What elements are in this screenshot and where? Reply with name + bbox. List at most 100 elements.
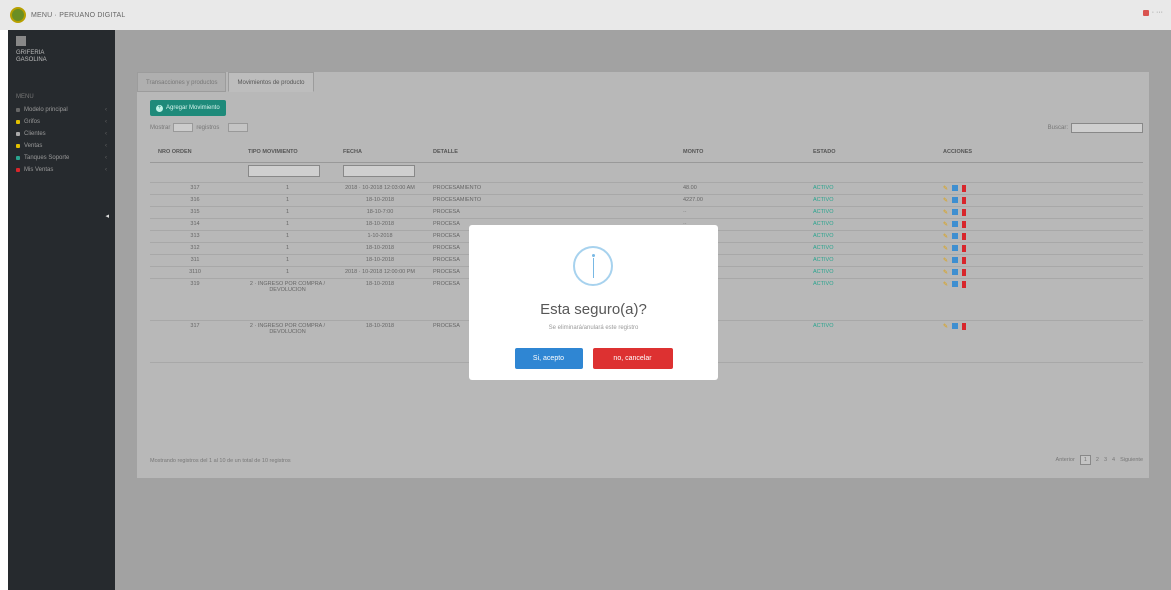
row-actions: ✎ bbox=[943, 268, 1135, 276]
row-actions: ✎ bbox=[943, 208, 1135, 216]
row-actions: ✎ bbox=[943, 244, 1135, 252]
cell-nro-orden: 319 bbox=[150, 278, 240, 321]
sidebar-item-modelo[interactable]: Modelo principal ‹ bbox=[8, 104, 115, 116]
pagination-page-3[interactable]: 3 bbox=[1104, 457, 1107, 463]
pencil-icon[interactable]: ✎ bbox=[943, 209, 948, 216]
sidebar: GRIFERIA GASOLINA MENU Modelo principal … bbox=[8, 30, 115, 590]
cell-estado: ACTIVO bbox=[805, 242, 935, 255]
pencil-icon[interactable]: ✎ bbox=[943, 323, 948, 330]
cell-nro-orden: 3110 bbox=[150, 266, 240, 279]
nav-bullet-icon bbox=[16, 120, 20, 124]
pencil-icon[interactable]: ✎ bbox=[943, 281, 948, 288]
edit-icon[interactable] bbox=[952, 245, 959, 251]
export-button[interactable] bbox=[228, 123, 249, 132]
col-estado[interactable]: ESTADO bbox=[805, 142, 935, 163]
edit-icon[interactable] bbox=[952, 281, 959, 287]
cell-acciones: ✎ bbox=[935, 230, 1143, 243]
sidebar-item-grifos[interactable]: Grifos ‹ bbox=[8, 116, 115, 128]
sidebar-item-ventas[interactable]: Ventas ‹ bbox=[8, 140, 115, 152]
tab-movimientos[interactable]: Movimientos de producto bbox=[228, 72, 314, 92]
cell-estado: ACTIVO bbox=[805, 182, 935, 195]
row-actions: ✎ bbox=[943, 256, 1135, 264]
col-monto[interactable]: MONTO bbox=[675, 142, 805, 163]
edit-icon[interactable] bbox=[952, 269, 959, 275]
pencil-icon[interactable]: ✎ bbox=[943, 197, 948, 204]
pencil-icon[interactable]: ✎ bbox=[943, 233, 948, 240]
edit-icon[interactable] bbox=[952, 221, 959, 227]
col-acciones: ACCIONES bbox=[935, 142, 1143, 163]
cell-fecha: 2018 · 10-2018 12:00:00 PM bbox=[335, 266, 425, 279]
cell-acciones: ✎ bbox=[935, 278, 1143, 321]
col-tipo-movimiento[interactable]: TIPO MOVIMIENTO bbox=[240, 142, 335, 163]
trash-icon[interactable] bbox=[962, 244, 967, 252]
trash-icon[interactable] bbox=[962, 220, 967, 228]
collapse-sidebar-icon[interactable]: ◂ bbox=[105, 212, 109, 220]
trash-icon[interactable] bbox=[962, 280, 967, 288]
confirm-button[interactable]: Si, acepto bbox=[514, 348, 583, 369]
dialog-text: Se eliminará/anulará este registro bbox=[548, 325, 639, 331]
pencil-icon[interactable]: ✎ bbox=[943, 245, 948, 252]
cell-nro-orden: 316 bbox=[150, 194, 240, 207]
add-movement-button[interactable]: + Agregar Movimiento bbox=[150, 100, 226, 116]
pencil-icon[interactable]: ✎ bbox=[943, 185, 948, 192]
trash-icon[interactable] bbox=[962, 232, 967, 240]
table-row[interactable]: 315 1 18-10-7:00 PROCESA ·· ACTIVO ✎ bbox=[150, 206, 1143, 219]
sidebar-item-label: Clientes bbox=[24, 131, 46, 137]
trash-icon[interactable] bbox=[962, 322, 967, 330]
cancel-button[interactable]: no, cancelar bbox=[592, 348, 673, 369]
user-menu[interactable]: · ··· bbox=[1142, 9, 1163, 16]
edit-icon[interactable] bbox=[952, 197, 959, 203]
filter-fecha-input[interactable] bbox=[343, 164, 415, 177]
pagination-page-current[interactable]: 1 bbox=[1079, 455, 1091, 465]
confirm-dialog: Esta seguro(a)? Se eliminará/anulará est… bbox=[469, 225, 718, 380]
row-actions: ✎ bbox=[943, 220, 1135, 228]
cell-detalle: PROCESA bbox=[425, 206, 675, 219]
pagination-page-2[interactable]: 2 bbox=[1096, 457, 1099, 463]
edit-icon[interactable] bbox=[952, 257, 959, 263]
pencil-icon[interactable]: ✎ bbox=[943, 269, 948, 276]
trash-icon[interactable] bbox=[962, 184, 967, 192]
trash-icon[interactable] bbox=[962, 256, 967, 264]
search-control: Buscar: bbox=[1048, 123, 1143, 133]
pagination-page-4[interactable]: 4 bbox=[1112, 457, 1115, 463]
sidebar-item-mis-ventas[interactable]: Mis Ventas ‹ bbox=[8, 164, 115, 176]
sidebar-brand: GRIFERIA GASOLINA bbox=[8, 30, 115, 90]
sidebar-item-clientes[interactable]: Clientes ‹ bbox=[8, 128, 115, 140]
tab-transacciones[interactable]: Transacciones y productos bbox=[137, 72, 227, 92]
table-header-row: NRO ORDEN TIPO MOVIMIENTO FECHA DETALLE … bbox=[150, 142, 1143, 163]
pagination-prev[interactable]: Anterior bbox=[1056, 457, 1075, 463]
left-margin bbox=[0, 30, 8, 590]
col-fecha[interactable]: FECHA bbox=[335, 142, 425, 163]
plus-icon: + bbox=[156, 104, 163, 112]
info-icon bbox=[573, 246, 613, 286]
cell-fecha: 18-10-2018 bbox=[335, 242, 425, 255]
cell-detalle: PROCESAMIENTO bbox=[425, 194, 675, 207]
cell-tipo-movimiento: 1 bbox=[240, 218, 335, 231]
edit-icon[interactable] bbox=[952, 323, 959, 329]
search-input[interactable] bbox=[1071, 123, 1143, 133]
cell-acciones: ✎ bbox=[935, 218, 1143, 231]
col-detalle[interactable]: DETALLE bbox=[425, 142, 675, 163]
filter-row bbox=[150, 162, 1143, 183]
pencil-icon[interactable]: ✎ bbox=[943, 257, 948, 264]
cell-fecha: 18-10-7:00 bbox=[335, 206, 425, 219]
user-icon bbox=[1142, 9, 1149, 16]
pencil-icon[interactable]: ✎ bbox=[943, 221, 948, 228]
cell-fecha: 18-10-2018 bbox=[335, 278, 425, 321]
trash-icon[interactable] bbox=[962, 196, 967, 204]
user-name: · ··· bbox=[1151, 9, 1163, 16]
cell-fecha: 18-10-2018 bbox=[335, 254, 425, 267]
edit-icon[interactable] bbox=[952, 209, 959, 215]
table-row[interactable]: 317 1 2018 · 10-2018 12:03:00 AM PROCESAMIE… bbox=[150, 182, 1143, 195]
page-length-select[interactable] bbox=[173, 123, 194, 132]
sidebar-item-tanques[interactable]: Tanques Soporte ‹ bbox=[8, 152, 115, 164]
add-button-label: Agregar Movimiento bbox=[166, 105, 220, 111]
pagination-next[interactable]: Siguiente bbox=[1120, 457, 1143, 463]
edit-icon[interactable] bbox=[952, 185, 959, 191]
trash-icon[interactable] bbox=[962, 268, 967, 276]
edit-icon[interactable] bbox=[952, 233, 959, 239]
filter-tipo-input[interactable] bbox=[248, 164, 320, 177]
col-nro-orden[interactable]: NRO ORDEN bbox=[150, 142, 240, 163]
table-row[interactable]: 316 1 18-10-2018 PROCESAMIENTO 4227.00 ACTIVO… bbox=[150, 194, 1143, 207]
trash-icon[interactable] bbox=[962, 208, 967, 216]
